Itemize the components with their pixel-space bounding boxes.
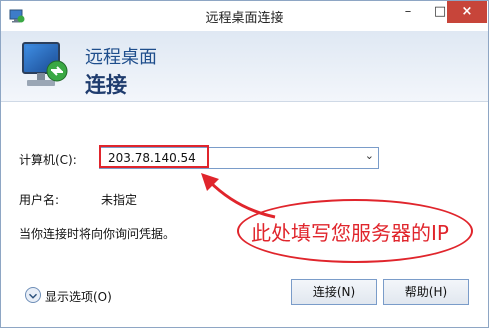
close-button[interactable]: ×	[447, 1, 487, 23]
dialog-header: 远程桌面 连接	[1, 31, 488, 101]
chevron-down-icon[interactable]: ⌄	[365, 149, 374, 162]
title-bar: 远程桌面连接 – □ ×	[1, 1, 488, 31]
annotation-callout-text: 此处填写您服务器的IP	[251, 221, 449, 245]
connect-button[interactable]: 连接(N)	[291, 279, 377, 305]
username-label: 用户名:	[19, 193, 60, 207]
header-title-line1: 远程桌面	[85, 47, 157, 68]
remote-desktop-window: 远程桌面连接 – □ × 远程桌面 连接 计算机(C): 203.78.140.…	[0, 0, 489, 328]
header-title-line2: 连接	[85, 73, 127, 97]
minimize-button[interactable]: –	[393, 1, 423, 23]
computer-label: 计算机(C):	[19, 153, 77, 167]
ip-highlight-box	[99, 145, 209, 168]
credentials-info-text: 当你连接时将向你询问凭据。	[19, 227, 176, 241]
help-button[interactable]: 帮助(H)	[383, 279, 469, 305]
monitor-icon	[22, 42, 68, 86]
header-divider	[1, 101, 488, 102]
username-value: 未指定	[101, 193, 138, 207]
show-options-label[interactable]: 显示选项(O)	[45, 288, 112, 305]
expand-options-icon[interactable]	[25, 287, 41, 303]
